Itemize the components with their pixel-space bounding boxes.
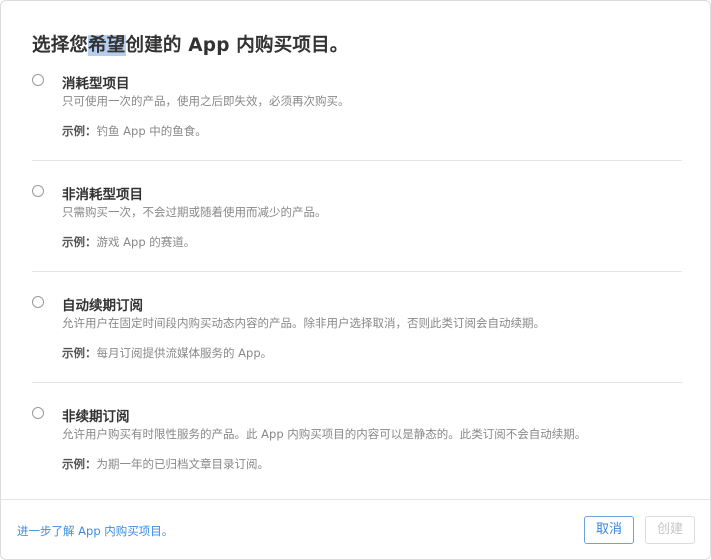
option-description: 只可使用一次的产品，使用之后即失效，必须再次购买。 [62,94,350,108]
option-description: 只需购买一次，不会过期或随着使用而减少的产品。 [62,205,327,219]
dialog-title: 选择您希望创建的 App 内购买项目。 [32,31,349,57]
option-name: 非消耗型项目 [62,187,143,203]
create-button[interactable]: 创建 [645,516,696,544]
radio-button-consumable[interactable] [32,74,44,86]
option-example: 示例：游戏 App 的赛道。 [62,234,195,250]
divider [32,382,682,383]
option-consumable[interactable]: 消耗型项目 只可使用一次的产品，使用之后即失效，必须再次购买。 示例：钓鱼 Ap… [32,72,682,183]
option-name: 非续期订阅 [62,409,130,425]
cancel-button[interactable]: 取消 [584,516,635,544]
example-text: 为期一年的已归档文章目录订阅。 [96,457,270,471]
learn-more-link[interactable]: 进一步了解 App 内购买项目。 [17,523,173,539]
option-non-consumable[interactable]: 非消耗型项目 只需购买一次，不会过期或随着使用而减少的产品。 示例：游戏 App… [32,183,682,294]
dialog-footer: 进一步了解 App 内购买项目。 取消 创建 [1,499,710,559]
title-text-selected: 希望 [88,35,126,56]
radio-button-non-renewing[interactable] [32,407,44,419]
divider [32,160,682,161]
option-name: 消耗型项目 [62,76,130,92]
example-label: 示例： [62,457,97,471]
example-text: 钓鱼 App 中的鱼食。 [96,124,207,138]
radio-button-auto-renewable[interactable] [32,296,44,308]
example-text: 游戏 App 的赛道。 [96,235,196,249]
title-text-after: 创建的 App 内购买项目。 [125,35,349,56]
option-description: 允许用户在固定时间段内购买动态内容的产品。除非用户选择取消，否则此类订阅会自动续… [62,316,545,330]
option-description: 允许用户购买有时限性服务的产品。此 App 内购买项目的内容可以是静态的。此类订… [62,427,587,441]
option-example: 示例：每月订阅提供流媒体服务的 App。 [62,345,272,361]
option-auto-renewable-subscription[interactable]: 自动续期订阅 允许用户在固定时间段内购买动态内容的产品。除非用户选择取消，否则此… [32,294,682,405]
option-example: 示例：为期一年的已归档文章目录订阅。 [62,456,269,472]
divider [32,271,682,272]
iap-type-dialog: 选择您希望创建的 App 内购买项目。 消耗型项目 只可使用一次的产品，使用之后… [0,0,711,560]
example-label: 示例： [62,235,97,249]
option-example: 示例：钓鱼 App 中的鱼食。 [62,123,207,139]
option-name: 自动续期订阅 [62,298,143,314]
example-label: 示例： [62,346,97,360]
example-label: 示例： [62,124,97,138]
radio-button-non-consumable[interactable] [32,185,44,197]
example-text: 每月订阅提供流媒体服务的 App。 [96,346,273,360]
title-text-before: 选择您 [32,35,89,56]
